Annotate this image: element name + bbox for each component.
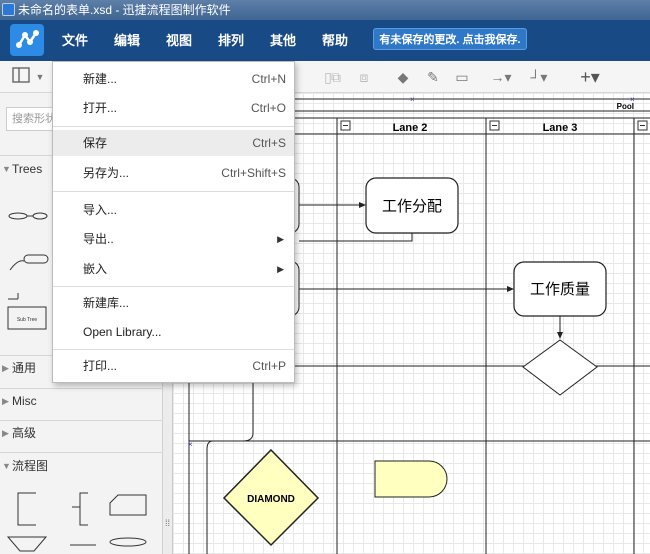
bracket-shape	[72, 492, 88, 526]
unsaved-changes-button[interactable]: 有未保存的更改. 点击我保存.	[373, 28, 527, 50]
diamond-label: DIAMOND	[247, 494, 295, 505]
menu-divider	[53, 286, 294, 287]
caret-right-icon: ▶	[2, 363, 9, 373]
menu-item-open[interactable]: 打开... Ctrl+O	[53, 95, 294, 121]
tree-shape-1	[8, 212, 48, 220]
shadow-icon[interactable]: ▭	[452, 67, 472, 87]
duplicate-icon[interactable]: ⧉	[326, 67, 346, 87]
submenu-arrow-icon: ▶	[277, 234, 284, 244]
menu-item-label: 导入...	[83, 203, 118, 217]
divider	[0, 388, 163, 389]
caret-right-icon: ▶	[2, 428, 9, 438]
lane-label-2: Lane 2	[393, 122, 428, 134]
divider	[0, 420, 163, 421]
menu-item-label: 打印...	[83, 359, 118, 373]
menu-item-shortcut: Ctrl+S	[252, 136, 286, 150]
section-misc[interactable]: ▶ Misc	[0, 390, 163, 412]
menu-divider	[53, 126, 294, 127]
menu-item-new[interactable]: 新建... Ctrl+N	[53, 66, 294, 92]
section-advanced[interactable]: ▶ 高级	[0, 422, 163, 444]
node-work-assign-label: 工作分配	[382, 198, 442, 215]
menu-item-label: 嵌入	[83, 262, 108, 276]
section-label: 高级	[12, 426, 37, 440]
caret-down-icon: ▼	[2, 164, 11, 174]
menu-extras[interactable]: 其他	[270, 20, 296, 61]
menu-item-print[interactable]: 打印... Ctrl+P	[53, 353, 294, 379]
cylinder-shape	[109, 537, 147, 547]
menu-arrange[interactable]: 排列	[218, 20, 244, 61]
menu-item-new-library[interactable]: 新建库...	[53, 290, 294, 316]
menu-item-open-library[interactable]: Open Library...	[53, 319, 294, 345]
menu-view[interactable]: 视图	[166, 20, 192, 61]
menu-item-shortcut: Ctrl+P	[252, 359, 286, 373]
grip-icon: ⁞⁞	[165, 518, 171, 528]
menu-item-label: 另存为...	[83, 166, 130, 180]
menu-divider	[53, 349, 294, 350]
menu-file[interactable]: 文件	[62, 20, 88, 61]
menu-divider	[53, 191, 294, 192]
app-logo-icon[interactable]	[10, 24, 44, 56]
app-icon	[2, 3, 15, 16]
menu-item-label: 打开...	[83, 101, 118, 115]
selection-handle-icon: ×	[630, 95, 635, 104]
menu-item-save[interactable]: 保存 Ctrl+S	[53, 130, 294, 156]
arrowhead	[359, 202, 366, 208]
chevron-down-icon[interactable]: ▼	[34, 67, 46, 87]
lane-label-3: Lane 3	[543, 122, 578, 134]
menu-item-label: 新建...	[83, 72, 118, 86]
section-label: Misc	[12, 394, 37, 408]
file-menu-dropdown: 新建... Ctrl+N 打开... Ctrl+O 保存 Ctrl+S 另存为.…	[52, 61, 295, 383]
node-work-quality-label: 工作质量	[530, 281, 590, 298]
menu-item-shortcut: Ctrl+N	[251, 72, 286, 86]
window-title: 未命名的表单.xsd - 迅捷流程图制作软件	[18, 3, 231, 17]
section-flowchart[interactable]: ▼ 流程图	[0, 455, 163, 477]
menu-item-shortcut: Ctrl+O	[250, 101, 286, 115]
divider	[0, 452, 163, 453]
menu-item-embed[interactable]: 嵌入 ▶	[53, 256, 294, 282]
annotation-shape	[17, 492, 36, 526]
arrowhead	[507, 286, 514, 292]
section-label: 流程图	[12, 459, 49, 473]
menubar: 文件 编辑 视图 排列 其他 帮助 有未保存的更改. 点击我保存.	[0, 20, 650, 61]
section-label: 通用	[12, 361, 37, 375]
caret-right-icon: ▶	[2, 396, 9, 406]
menu-help[interactable]: 帮助	[322, 20, 348, 61]
flowchart-shape-palette[interactable]	[0, 485, 160, 554]
menu-item-import[interactable]: 导入...	[53, 197, 294, 223]
menu-item-label: Open Library...	[83, 325, 162, 339]
waypoint-style-icon[interactable]: ┘▾	[524, 67, 554, 87]
format-panel-icon[interactable]	[10, 67, 32, 87]
connector	[206, 383, 254, 554]
arrowhead	[557, 332, 563, 339]
selection-handle-icon: ×	[188, 440, 193, 449]
menu-item-label: 保存	[83, 136, 108, 150]
tree-shape-label: Sub Tree	[17, 317, 38, 323]
insert-plus-icon[interactable]: +▾	[574, 67, 606, 87]
decision-diamond	[522, 339, 598, 396]
tree-shape-3: Sub Tree	[7, 293, 47, 330]
menu-item-export[interactable]: 导出.. ▶	[53, 226, 294, 252]
caret-down-icon: ▼	[2, 461, 11, 471]
menu-item-label: 新建库...	[83, 296, 130, 310]
menu-item-shortcut: Ctrl+Shift+S	[221, 166, 286, 180]
section-label: Trees	[12, 162, 43, 176]
window-titlebar: 未命名的表单.xsd - 迅捷流程图制作软件	[0, 0, 650, 20]
tree-shape-2	[9, 254, 49, 271]
group-icon[interactable]: ⧈	[354, 67, 374, 87]
selection-handle-icon: ×	[410, 95, 415, 104]
line-color-icon[interactable]: ✎	[422, 67, 444, 87]
manual-op-shape	[6, 536, 48, 552]
submenu-arrow-icon: ▶	[277, 264, 284, 274]
connector	[299, 233, 413, 242]
connection-arrow-icon[interactable]: →▾	[486, 67, 516, 87]
fill-color-icon[interactable]: ◆	[393, 67, 413, 87]
menu-edit[interactable]: 编辑	[114, 20, 140, 61]
yellow-terminator	[374, 460, 448, 498]
menu-item-label: 导出..	[83, 232, 114, 246]
card-shape	[109, 494, 147, 516]
menu-item-save-as[interactable]: 另存为... Ctrl+Shift+S	[53, 160, 294, 186]
